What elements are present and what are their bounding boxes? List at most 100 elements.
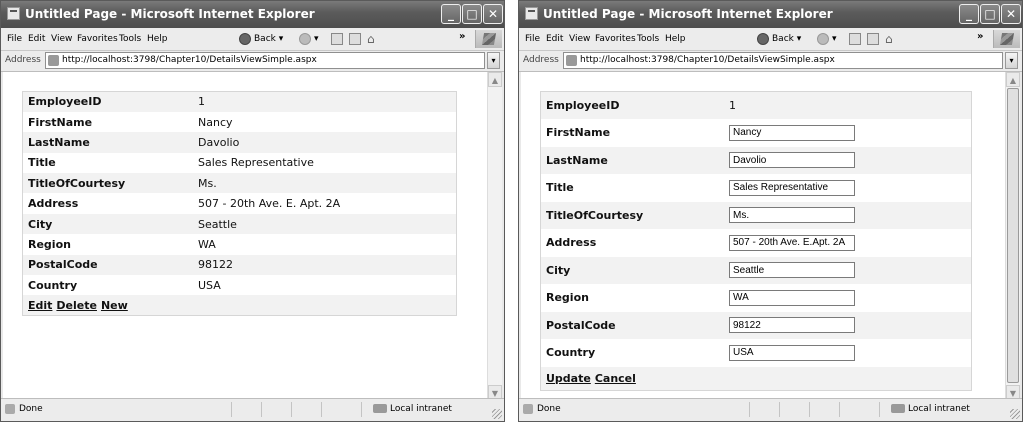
title-bar[interactable]: Untitled Page - Microsoft Internet Explo… bbox=[519, 1, 1022, 28]
address-input[interactable] bbox=[729, 234, 855, 251]
maximize-icon[interactable]: □ bbox=[980, 4, 1000, 24]
delete-link[interactable]: Delete bbox=[56, 299, 97, 312]
menu-bar: File Edit View Favorites Tools Help Back… bbox=[519, 28, 1022, 51]
cancel-link[interactable]: Cancel bbox=[595, 372, 636, 385]
status-divider bbox=[261, 402, 262, 417]
toolbar-chevron[interactable]: » bbox=[977, 31, 983, 42]
page-icon bbox=[48, 55, 59, 66]
menu-edit[interactable]: Edit bbox=[28, 34, 45, 44]
menu-help[interactable]: Help bbox=[147, 34, 168, 44]
address-bar: Address http://localhost:3798/Chapter10/… bbox=[1, 51, 504, 72]
field-label: City bbox=[28, 217, 53, 231]
page-content: EmployeeID 1 FirstName Nancy LastName Davolio… bbox=[3, 72, 487, 400]
forward-button[interactable]: ▾ bbox=[817, 31, 837, 47]
home-icon[interactable]: ⌂ bbox=[885, 32, 899, 46]
field-value-cell bbox=[724, 119, 972, 147]
update-link[interactable]: Update bbox=[546, 372, 591, 385]
address-input[interactable]: http://localhost:3798/Chapter10/DetailsV… bbox=[45, 52, 485, 69]
back-button[interactable]: Back ▾ bbox=[239, 31, 283, 47]
field-value: WA bbox=[198, 237, 216, 251]
close-icon[interactable]: ✕ bbox=[1001, 4, 1021, 24]
titleofcourtesy-input[interactable] bbox=[729, 207, 855, 224]
maximize-icon[interactable]: □ bbox=[462, 4, 482, 24]
status-divider bbox=[749, 402, 750, 417]
new-link[interactable]: New bbox=[101, 299, 128, 312]
command-row: Update Cancel bbox=[540, 366, 972, 391]
details-row: Country USA bbox=[22, 275, 457, 296]
edit-link[interactable]: Edit bbox=[28, 299, 52, 312]
home-icon[interactable]: ⌂ bbox=[367, 32, 381, 46]
field-label: TitleOfCourtesy bbox=[546, 208, 644, 222]
back-button[interactable]: Back ▾ bbox=[757, 31, 801, 47]
lastname-input[interactable] bbox=[729, 152, 855, 169]
menu-view[interactable]: View bbox=[51, 34, 72, 44]
country-input[interactable] bbox=[729, 344, 855, 361]
details-row: Region bbox=[540, 284, 972, 312]
field-label: TitleOfCourtesy bbox=[28, 176, 126, 190]
window-title: Untitled Page - Microsoft Internet Explo… bbox=[543, 7, 833, 21]
menu-file[interactable]: File bbox=[7, 34, 22, 44]
field-label: EmployeeID bbox=[28, 95, 102, 109]
menu-help[interactable]: Help bbox=[665, 34, 686, 44]
minimize-icon[interactable]: _ bbox=[441, 4, 461, 24]
menu-file[interactable]: File bbox=[525, 34, 540, 44]
back-arrow-icon bbox=[757, 32, 769, 45]
details-row: City Seattle bbox=[22, 213, 457, 235]
field-value-cell bbox=[724, 284, 972, 312]
city-input[interactable] bbox=[729, 262, 855, 279]
menu-view[interactable]: View bbox=[569, 34, 590, 44]
menu-favorites[interactable]: Favorites bbox=[595, 34, 636, 44]
field-label: EmployeeID bbox=[546, 99, 620, 112]
refresh-icon[interactable] bbox=[867, 33, 879, 45]
menu-edit[interactable]: Edit bbox=[546, 34, 563, 44]
forward-arrow-icon bbox=[299, 32, 311, 45]
field-value-cell bbox=[724, 312, 972, 340]
title-bar[interactable]: Untitled Page - Microsoft Internet Explo… bbox=[1, 1, 504, 28]
refresh-icon[interactable] bbox=[349, 33, 361, 45]
stop-icon[interactable] bbox=[849, 33, 861, 45]
field-label: FirstName bbox=[546, 126, 611, 140]
postalcode-input[interactable] bbox=[729, 317, 855, 334]
menu-tools[interactable]: Tools bbox=[119, 34, 141, 44]
vertical-scrollbar[interactable]: ▲ ▼ bbox=[1005, 72, 1020, 400]
firstname-input[interactable] bbox=[729, 124, 855, 141]
details-view: EmployeeID 1 FirstName Nancy LastName Davolio… bbox=[22, 91, 457, 317]
scroll-up-icon[interactable]: ▲ bbox=[488, 72, 502, 87]
address-input[interactable]: http://localhost:3798/Chapter10/DetailsV… bbox=[563, 52, 1003, 69]
command-cell: Update Cancel bbox=[541, 367, 972, 391]
vertical-scrollbar[interactable]: ▲ ▼ bbox=[487, 72, 502, 400]
toolbar-chevron[interactable]: » bbox=[459, 31, 465, 42]
region-input[interactable] bbox=[729, 289, 855, 306]
resize-grip[interactable] bbox=[492, 409, 502, 419]
field-label: Country bbox=[28, 278, 78, 292]
scroll-thumb[interactable] bbox=[1007, 88, 1019, 383]
address-bar: Address http://localhost:3798/Chapter10/… bbox=[519, 51, 1022, 72]
status-bar: Done Local intranet bbox=[1, 398, 504, 421]
details-row: Title Sales Representative bbox=[22, 152, 457, 174]
details-row: TitleOfCourtesy Ms. bbox=[22, 173, 457, 194]
address-dropdown-icon[interactable]: ▾ bbox=[1005, 52, 1018, 69]
status-text: Done bbox=[19, 404, 43, 414]
field-value-cell bbox=[724, 202, 972, 230]
minimize-icon[interactable]: _ bbox=[959, 4, 979, 24]
field-value: Sales Representative bbox=[198, 156, 314, 170]
field-value: Nancy bbox=[198, 115, 233, 129]
forward-button[interactable]: ▾ bbox=[299, 31, 319, 47]
resize-grip[interactable] bbox=[1010, 409, 1020, 419]
field-label: LastName bbox=[28, 135, 90, 149]
field-value-cell bbox=[724, 174, 972, 202]
scroll-up-icon[interactable]: ▲ bbox=[1006, 72, 1020, 87]
menu-tools[interactable]: Tools bbox=[637, 34, 659, 44]
close-icon[interactable]: ✕ bbox=[483, 4, 503, 24]
back-arrow-icon bbox=[239, 32, 251, 45]
menu-favorites[interactable]: Favorites bbox=[77, 34, 118, 44]
status-bar: Done Local intranet bbox=[519, 398, 1022, 421]
command-cell: Edit Delete New bbox=[23, 295, 457, 315]
field-label: Title bbox=[546, 181, 574, 195]
field-label: PostalCode bbox=[28, 258, 98, 272]
page-icon bbox=[566, 55, 577, 66]
title-input[interactable] bbox=[729, 179, 855, 196]
status-divider bbox=[809, 402, 810, 417]
stop-icon[interactable] bbox=[331, 33, 343, 45]
address-dropdown-icon[interactable]: ▾ bbox=[487, 52, 500, 69]
